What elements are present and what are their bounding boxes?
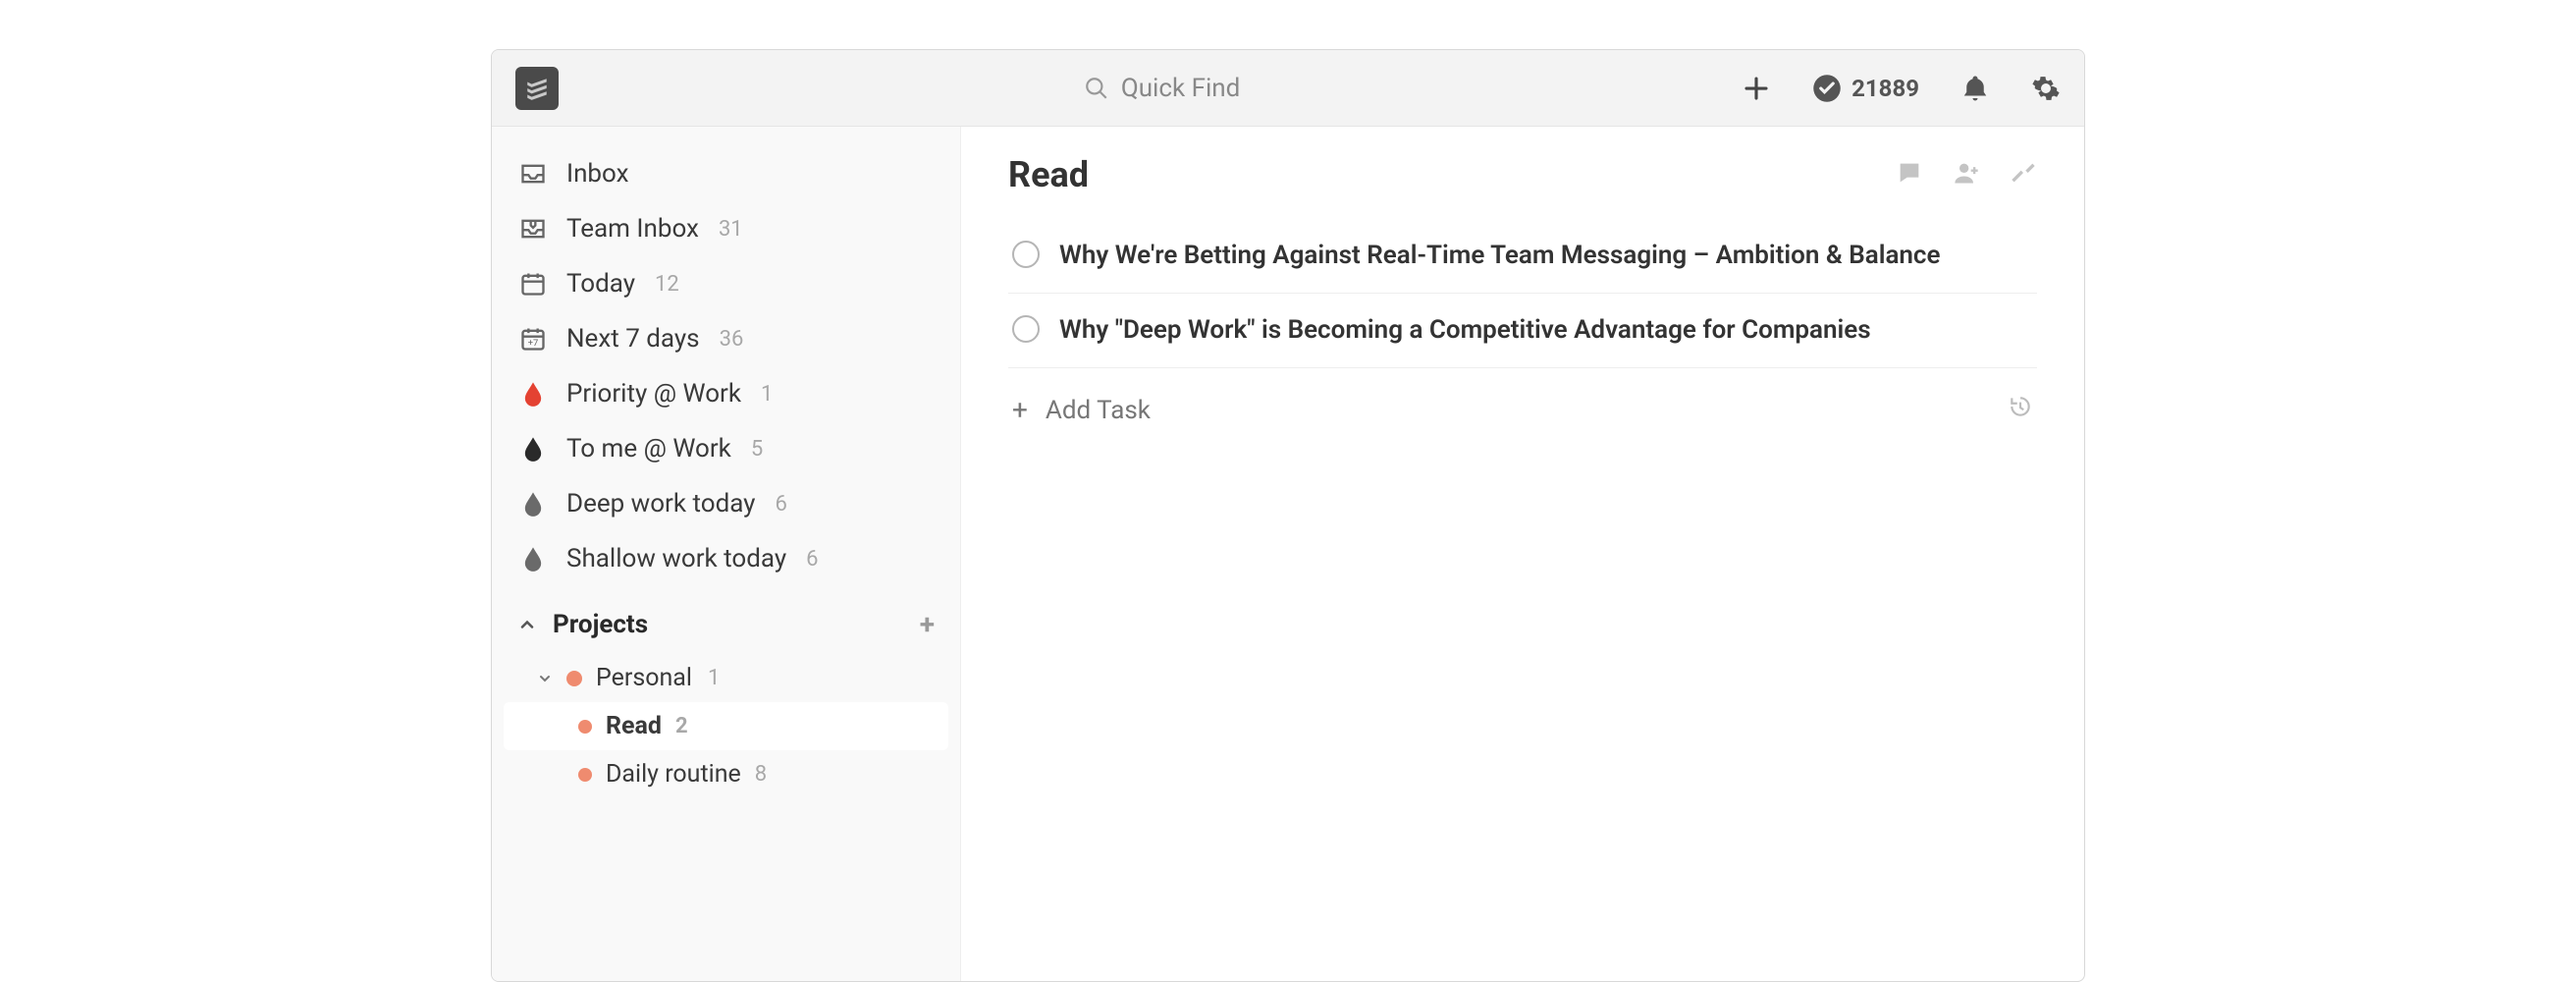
calendar-today-icon — [517, 268, 549, 300]
sidebar-item-count: 6 — [776, 492, 787, 517]
app-logo[interactable] — [515, 67, 559, 110]
topbar: Quick Find 21889 — [492, 50, 2084, 127]
history-icon — [2008, 394, 2033, 419]
gear-icon — [2031, 74, 2061, 103]
add-task-button[interactable] — [1742, 74, 1771, 103]
notifications-button[interactable] — [1960, 74, 1990, 103]
projects-section-header[interactable]: Projects + — [492, 594, 960, 654]
drop-icon — [517, 543, 549, 574]
project-personal[interactable]: Personal 1 — [492, 654, 960, 702]
project-count: 1 — [708, 666, 720, 690]
task-checkbox[interactable] — [1012, 315, 1040, 343]
topbar-actions: 21889 — [1742, 74, 2061, 103]
person-add-icon — [1953, 159, 1980, 187]
search-placeholder: Quick Find — [1121, 74, 1241, 103]
history-button[interactable] — [2008, 394, 2033, 426]
sidebar-item-count: 12 — [655, 272, 679, 297]
chevron-down-icon — [537, 671, 553, 686]
bell-icon — [1960, 74, 1990, 103]
task-title: Why "Deep Work" is Becoming a Competitiv… — [1059, 313, 1871, 348]
check-circle-icon — [1812, 74, 1842, 103]
tools-icon — [2010, 159, 2037, 187]
sidebar-item-count: 1 — [761, 382, 773, 407]
karma-button[interactable]: 21889 — [1812, 74, 1919, 103]
sidebar-filter-priority-work[interactable]: Priority @ Work 1 — [492, 366, 960, 421]
app-window: Quick Find 21889 — [491, 49, 2085, 982]
page-title: Read — [1008, 154, 1896, 195]
projects-label: Projects — [553, 610, 648, 639]
sidebar: Inbox Team Inbox 31 Today 12 +7 — [492, 127, 961, 981]
drop-icon — [517, 378, 549, 409]
sidebar-item-team-inbox[interactable]: Team Inbox 31 — [492, 201, 960, 256]
subproject-count: 8 — [755, 762, 767, 787]
chevron-up-icon — [517, 615, 537, 634]
project-color-dot — [578, 720, 592, 734]
comment-icon — [1896, 159, 1923, 187]
calendar-week-icon: +7 — [517, 323, 549, 355]
comments-button[interactable] — [1896, 159, 1923, 191]
plus-icon: + — [1012, 394, 1028, 426]
sidebar-item-label: Priority @ Work — [566, 379, 741, 409]
sidebar-filter-shallow-work[interactable]: Shallow work today 6 — [492, 531, 960, 586]
team-inbox-icon — [517, 213, 549, 245]
inbox-icon — [517, 158, 549, 190]
subproject-read[interactable]: Read 2 — [504, 702, 948, 750]
sidebar-item-count: 5 — [751, 437, 763, 462]
content-area: Inbox Team Inbox 31 Today 12 +7 — [492, 127, 2084, 981]
plus-icon — [1742, 74, 1771, 103]
add-task-label: Add Task — [1046, 396, 1151, 425]
main-header: Read — [1008, 154, 2037, 195]
add-project-button[interactable]: + — [920, 608, 935, 640]
sidebar-item-next7days[interactable]: +7 Next 7 days 36 — [492, 311, 960, 366]
project-label: Personal — [596, 664, 692, 692]
karma-count: 21889 — [1852, 75, 1919, 102]
task-title: Why We're Betting Against Real-Time Team… — [1059, 239, 1940, 273]
main-actions — [1896, 159, 2037, 191]
todoist-logo-icon — [524, 76, 550, 101]
sidebar-item-count: 31 — [719, 217, 743, 242]
project-color-dot — [578, 768, 592, 782]
sidebar-item-count: 6 — [806, 547, 818, 572]
svg-text:+7: +7 — [528, 338, 539, 349]
sidebar-item-label: Shallow work today — [566, 544, 786, 573]
sidebar-item-label: Deep work today — [566, 489, 756, 518]
search-icon — [1084, 76, 1109, 101]
drop-icon — [517, 433, 549, 464]
project-color-dot — [566, 671, 582, 686]
share-button[interactable] — [1953, 159, 1980, 191]
task-row[interactable]: Why "Deep Work" is Becoming a Competitiv… — [1008, 294, 2037, 368]
sidebar-item-today[interactable]: Today 12 — [492, 256, 960, 311]
main-panel: Read Why We're Betting Against Real-Time… — [961, 127, 2084, 981]
drop-icon — [517, 488, 549, 519]
task-row[interactable]: Why We're Betting Against Real-Time Team… — [1008, 219, 2037, 294]
task-checkbox[interactable] — [1012, 241, 1040, 268]
subproject-daily-routine[interactable]: Daily routine 8 — [492, 750, 960, 798]
add-task-row[interactable]: + Add Task — [1008, 368, 2037, 452]
sidebar-item-label: Inbox — [566, 159, 629, 189]
subproject-label: Daily routine — [606, 760, 741, 789]
sidebar-item-inbox[interactable]: Inbox — [492, 146, 960, 201]
more-actions-button[interactable] — [2010, 159, 2037, 191]
sidebar-item-label: To me @ Work — [566, 434, 731, 464]
sidebar-filter-deep-work[interactable]: Deep work today 6 — [492, 476, 960, 531]
settings-button[interactable] — [2031, 74, 2061, 103]
search-area[interactable]: Quick Find — [594, 74, 1730, 103]
sidebar-filter-tome-work[interactable]: To me @ Work 5 — [492, 421, 960, 476]
subproject-label: Read — [606, 712, 662, 740]
sidebar-item-label: Today — [566, 269, 635, 299]
sidebar-item-count: 36 — [720, 327, 744, 352]
sidebar-item-label: Team Inbox — [566, 214, 699, 244]
subproject-count: 2 — [675, 714, 688, 738]
sidebar-item-label: Next 7 days — [566, 324, 700, 354]
